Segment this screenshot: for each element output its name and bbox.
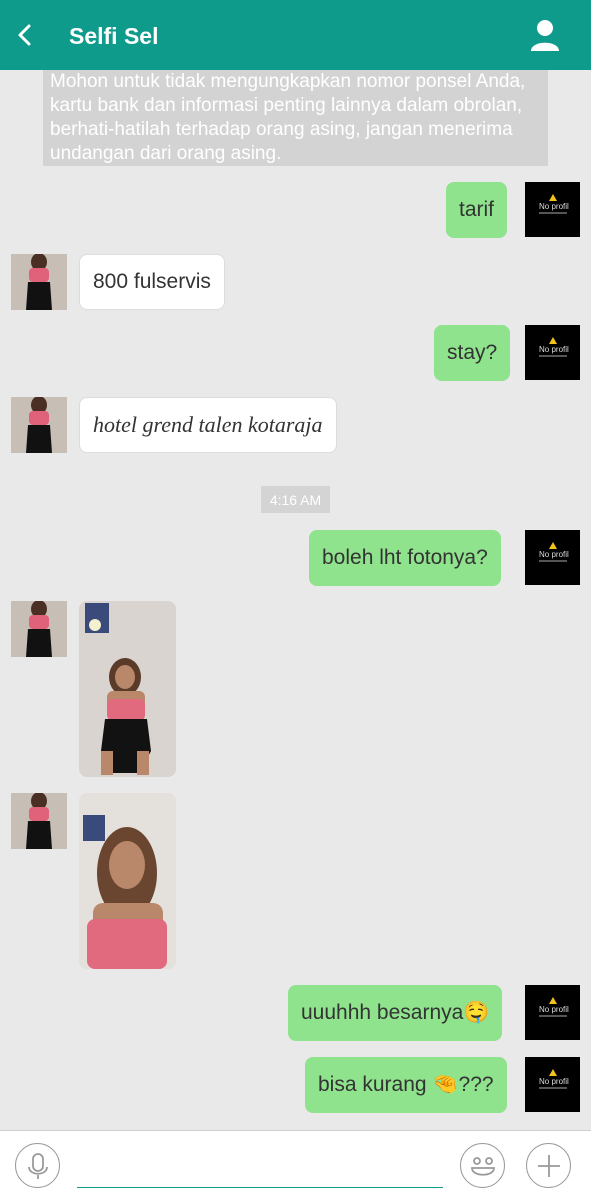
emoji-button[interactable] [460,1143,505,1188]
back-chevron-icon[interactable] [12,20,38,50]
avatar-label: No profil [539,1077,569,1086]
user-profile-icon[interactable] [528,18,562,52]
my-avatar[interactable]: No profil [525,325,580,380]
chat-title: Selfi Sel [69,23,159,49]
microphone-button[interactable] [15,1143,60,1188]
my-avatar[interactable]: No profil [525,530,580,585]
message-text: 800 fulservis [93,270,211,293]
outgoing-message[interactable]: tarif [446,182,508,238]
smiley-icon [471,1157,495,1176]
my-avatar[interactable]: No profil [525,1057,580,1112]
message-input[interactable] [77,1144,443,1188]
safety-notice: Mohon untuk tidak mengungkapkan nomor po… [43,70,548,166]
avatar-label: No profil [539,1005,569,1014]
timestamp: 4:16 AM [261,486,330,513]
my-avatar[interactable]: No profil [525,985,580,1040]
warning-icon [549,997,557,1004]
contact-avatar[interactable] [11,601,67,657]
incoming-message[interactable]: 800 fulservis [79,254,225,310]
composer-bar [0,1130,591,1200]
warning-icon [549,1069,557,1076]
add-attachment-button[interactable] [526,1143,571,1188]
contact-avatar[interactable] [11,254,67,310]
warning-icon [549,337,557,344]
app-bar: Selfi Sel [0,0,591,70]
outgoing-message[interactable]: uuuhhh besarnya🤤 [288,985,503,1041]
incoming-message[interactable]: hotel grend talen kotaraja [79,397,337,453]
plus-icon [538,1155,560,1177]
photo-message[interactable] [79,601,176,777]
warning-icon [549,194,557,201]
contact-avatar[interactable] [11,397,67,453]
avatar-label: No profil [539,345,569,354]
outgoing-message[interactable]: boleh lht fotonya? [309,530,501,586]
avatar-label: No profil [539,550,569,559]
outgoing-message[interactable]: bisa kurang 🤏??? [305,1057,507,1113]
microphone-icon [28,1153,48,1179]
avatar-label: No profil [539,202,569,211]
contact-avatar[interactable] [11,793,67,849]
outgoing-message[interactable]: stay? [434,325,511,381]
my-avatar[interactable]: No profil [525,182,580,237]
warning-icon [549,542,557,549]
photo-message[interactable] [79,793,176,969]
